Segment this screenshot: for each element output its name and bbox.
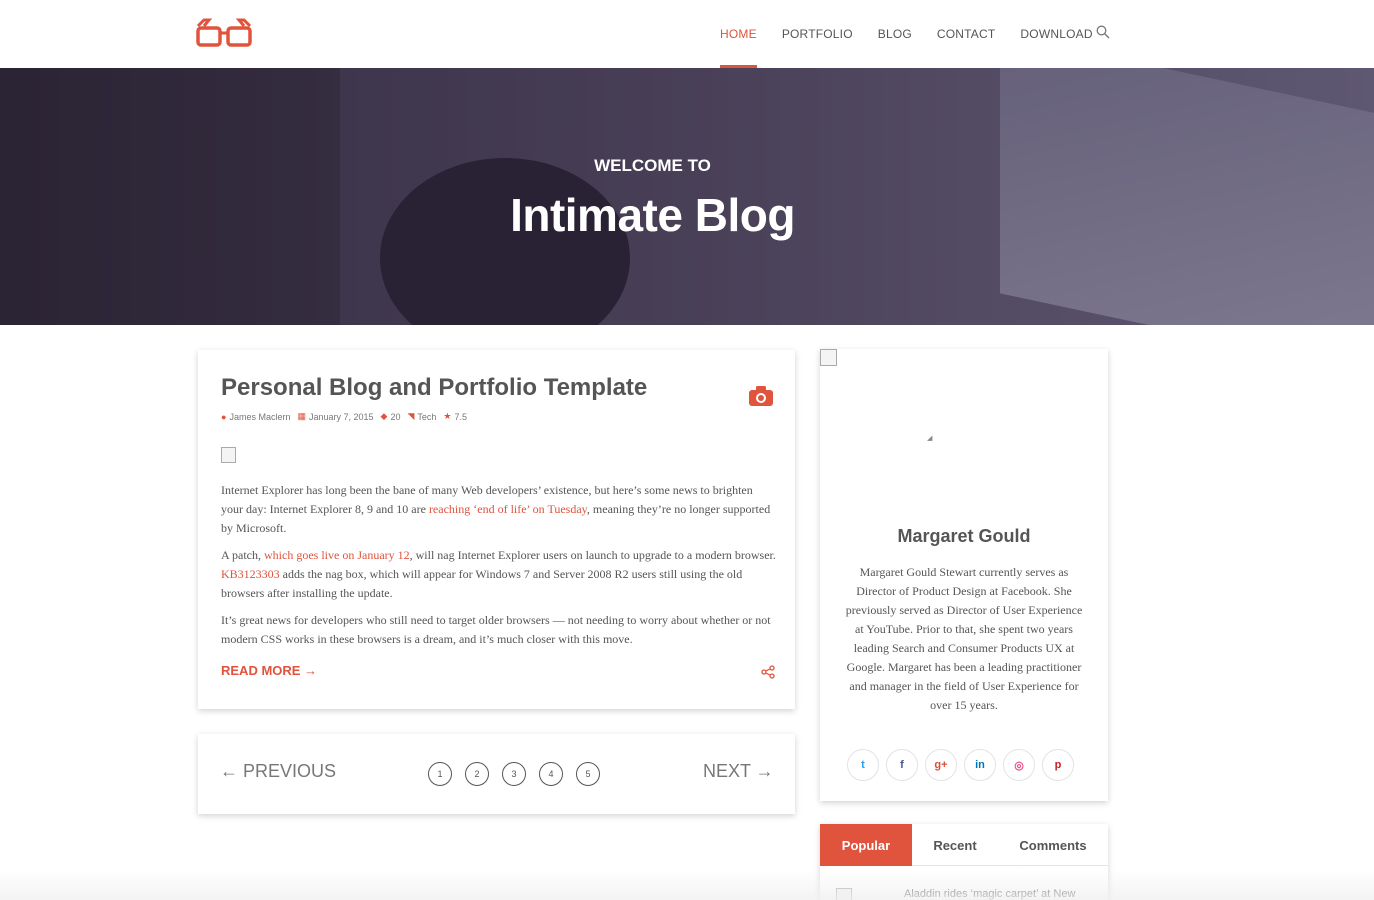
- post-meta: ● James Maclern ▦ January 7, 2015 ◆ 20 ◥ Tec…: [221, 411, 474, 422]
- linkedin-button[interactable]: in: [964, 749, 996, 781]
- pinterest-button[interactable]: p: [1042, 749, 1074, 781]
- glasses-logo-icon[interactable]: [196, 18, 252, 48]
- nav-contact[interactable]: CONTACT: [937, 0, 996, 68]
- tab-popular[interactable]: Popular: [820, 824, 912, 866]
- page-numbers: 1 2 3 4 5: [428, 762, 613, 786]
- list-item[interactable]: Aladdin rides ‘magic carpet’ at New: [836, 888, 1075, 900]
- nav-blog[interactable]: BLOG: [878, 0, 912, 68]
- meta-author[interactable]: ● James Maclern: [221, 412, 290, 422]
- meta-tag[interactable]: ◥ Tech: [407, 411, 436, 422]
- camera-icon: [749, 386, 773, 406]
- post-paragraph: It’s great news for developers who still…: [221, 611, 776, 649]
- next-page-button[interactable]: NEXT →: [703, 761, 774, 782]
- list-item-thumbnail: [836, 888, 852, 900]
- meta-comments-text: 20: [390, 411, 401, 422]
- meta-author-text: James Maclern: [229, 411, 291, 422]
- posts-tabs-widget: Popular Recent Comments Aladdin rides ‘m…: [820, 824, 1108, 900]
- list-item-title[interactable]: Aladdin rides ‘magic carpet’ at New: [904, 888, 1075, 900]
- paragraph-text: A patch,: [221, 548, 264, 562]
- twitter-icon: t: [861, 759, 865, 771]
- google-plus-button[interactable]: g+: [925, 749, 957, 781]
- paragraph-text: adds the nag box, which will appear for …: [221, 567, 743, 600]
- meta-rating: ★ 7.5: [443, 411, 467, 422]
- post-paragraph: Internet Explorer has long been the bane…: [221, 481, 776, 538]
- post-title[interactable]: Personal Blog and Portfolio Template: [221, 374, 647, 402]
- calendar-icon: ▦: [297, 411, 306, 421]
- author-social-links: t f g+ in ◎ p: [847, 749, 1081, 781]
- widget-tab-bar: Popular Recent Comments: [820, 824, 1108, 866]
- post-image: [221, 447, 236, 463]
- page-3-button[interactable]: 3: [502, 762, 526, 786]
- dribbble-button[interactable]: ◎: [1003, 749, 1035, 781]
- author-avatar-placeholder: ◢: [927, 435, 933, 442]
- pagination-card: ← PREVIOUS 1 2 3 4 5 NEXT →: [198, 734, 795, 814]
- pinterest-icon: p: [1054, 759, 1062, 771]
- page-1-button[interactable]: 1: [428, 762, 452, 786]
- inline-link[interactable]: which goes live on January 12: [264, 548, 410, 562]
- nav-home[interactable]: HOME: [720, 0, 757, 68]
- author-bio: Margaret Gould Stewart currently serves …: [845, 565, 1083, 712]
- share-icon[interactable]: [761, 665, 775, 679]
- meta-date-text: January 7, 2015: [308, 411, 374, 422]
- paragraph-text: It’s great news for developers who still…: [221, 613, 771, 646]
- twitter-button[interactable]: t: [847, 749, 879, 781]
- page-5-button[interactable]: 5: [576, 762, 600, 786]
- author-cover-image: [820, 349, 837, 366]
- tag-icon: ◥: [407, 411, 415, 421]
- star-icon: ★: [443, 411, 452, 421]
- linkedin-icon: in: [975, 759, 985, 771]
- user-icon: ●: [221, 411, 227, 422]
- dribbble-icon: ◎: [1014, 759, 1024, 772]
- nav-download[interactable]: DOWNLOAD: [1020, 0, 1092, 68]
- page-4-button[interactable]: 4: [539, 762, 563, 786]
- site-header: HOME PORTFOLIO BLOG CONTACT DOWNLOAD: [0, 0, 1374, 68]
- hero-subtitle: WELCOME TO: [594, 156, 711, 175]
- author-card: ◢ Margaret Gould Margaret Gould Stewart …: [820, 349, 1108, 801]
- page-bottom-fade: [0, 870, 1374, 900]
- tab-recent[interactable]: Recent: [912, 824, 998, 866]
- hero-banner: WELCOME TO Intimate Blog: [0, 68, 1374, 325]
- meta-tag-text: Tech: [417, 411, 437, 422]
- meta-rating-text: 7.5: [454, 411, 467, 422]
- facebook-icon: f: [900, 759, 904, 771]
- author-name: Margaret Gould: [897, 526, 1031, 546]
- post-paragraph: A patch, which goes live on January 12, …: [221, 546, 776, 603]
- hero-title: Intimate Blog: [510, 189, 795, 241]
- search-icon[interactable]: [1096, 25, 1110, 39]
- previous-page-button[interactable]: ← PREVIOUS: [220, 761, 336, 782]
- nav-portfolio[interactable]: PORTFOLIO: [782, 0, 853, 68]
- paragraph-text: , will nag Internet Explorer users on la…: [409, 548, 776, 562]
- post-body: Internet Explorer has long been the bane…: [221, 481, 776, 657]
- meta-date: ▦ January 7, 2015: [297, 411, 373, 422]
- read-more-link[interactable]: READ MORE →: [221, 663, 317, 678]
- tab-comments[interactable]: Comments: [998, 824, 1108, 866]
- page-2-button[interactable]: 2: [465, 762, 489, 786]
- facebook-button[interactable]: f: [886, 749, 918, 781]
- blog-post-card: Personal Blog and Portfolio Template ● Ja…: [198, 350, 795, 709]
- main-nav: HOME PORTFOLIO BLOG CONTACT DOWNLOAD: [720, 0, 1118, 68]
- google-plus-icon: g+: [934, 759, 948, 771]
- inline-link[interactable]: reaching ‘end of life’ on Tuesday: [429, 502, 587, 516]
- meta-comments[interactable]: ◆ 20: [381, 411, 401, 422]
- comments-icon: ◆: [380, 411, 388, 421]
- inline-link[interactable]: KB3123303: [221, 567, 280, 581]
